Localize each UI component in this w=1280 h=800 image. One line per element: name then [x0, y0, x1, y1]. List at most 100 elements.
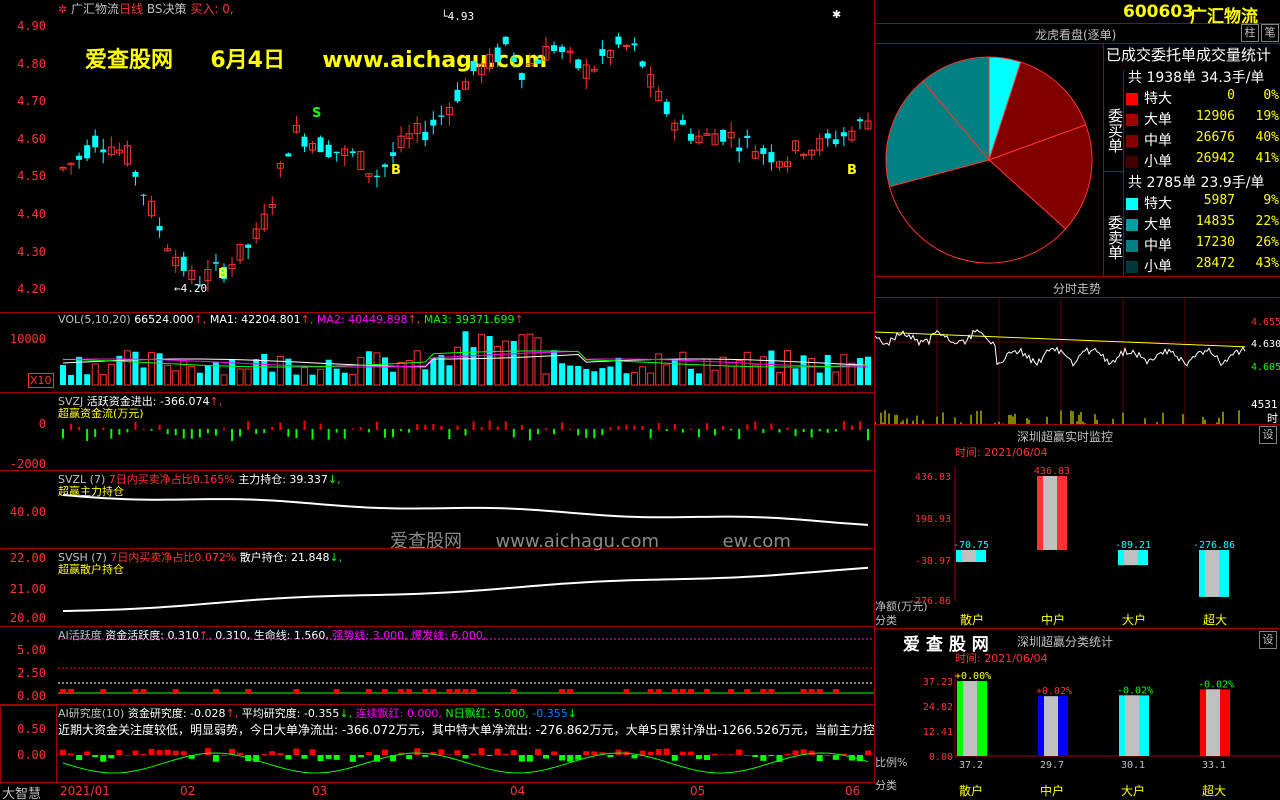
vol-unit: X10 [28, 373, 54, 388]
svzj-bar [311, 429, 314, 440]
ai-active-bar [462, 689, 469, 693]
price-panel[interactable]: ✲ 广汇物流日线 BS决策 买入: 0, 爱查股网 6月4日 www.aicha… [0, 0, 875, 313]
order-pie-chart[interactable] [875, 44, 1103, 276]
volume-bar [824, 355, 831, 385]
monitor-bar-chart[interactable]: 436.83 198.93 -38.97 -276.86 -70.75 散户 436.83 中… [875, 456, 1280, 628]
volume-bar [293, 374, 300, 385]
candle-body [438, 115, 445, 117]
stat-bar-highlight [1044, 696, 1058, 756]
stat-change-label: +0.00% [955, 671, 991, 682]
ai-active-bar [760, 689, 767, 693]
volume-bar [768, 350, 775, 385]
candle-body [559, 46, 566, 53]
volume-bar [711, 369, 719, 386]
ai-research-bar [704, 755, 710, 760]
ai-research-bar [752, 755, 759, 757]
ai-research-bar [204, 748, 211, 755]
svzj-bar [62, 429, 64, 439]
ai-active-bar [100, 689, 107, 693]
ai-research-bar [132, 750, 139, 755]
svsh-panel[interactable]: SVSH (7) 7日内买卖净占比0.072% 散户持仓: 21.848↓, 超… [0, 549, 875, 627]
dragon-header: 龙虎看盘(逐单) [875, 24, 1280, 44]
svzj-bar [528, 429, 531, 441]
ai-active-bars[interactable] [58, 627, 874, 704]
ai-research-bar [237, 752, 244, 755]
svzj-bar [504, 421, 507, 430]
monitor-category: 超大 [1203, 612, 1227, 627]
stat-settings-button[interactable]: 设 [1259, 631, 1277, 649]
bar-view-button[interactable]: 柱 [1241, 24, 1259, 42]
volume-bar [679, 351, 687, 386]
ai-research-bar [695, 755, 702, 759]
volume-bar [99, 374, 107, 386]
svzl-line-path [62, 494, 869, 526]
volume-bar [486, 335, 493, 385]
ai-research-panel[interactable]: AI研究度(10) 资金研究度: -0.028↑, 平均研究度: -0.355↓… [0, 705, 875, 783]
monitor-axis-tick: -38.97 [915, 556, 951, 567]
volume-panel[interactable]: VOL(5,10,20) 66524.000↑, MA1: 42204.801↑… [0, 313, 875, 393]
volume-bar [647, 372, 655, 386]
svzj-bar [400, 429, 403, 431]
candle-body [156, 225, 163, 231]
row-pct: 22% [1255, 214, 1279, 229]
svzj-bar [384, 429, 386, 438]
volume-bars[interactable] [58, 313, 874, 392]
right-sidebar: 600603 广汇物流 龙虎看盘(逐单) 柱 笔 已成交委托单成交量统计 委买单… [875, 0, 1280, 800]
row-name: 特大 [1144, 91, 1172, 107]
monitor-bar-highlight [1043, 476, 1057, 550]
svzj-bars[interactable] [58, 393, 874, 470]
ai-active-bar [671, 689, 678, 693]
svzj-bar [118, 429, 121, 435]
monitor-settings-button[interactable]: 设 [1259, 426, 1277, 444]
candle-body [623, 45, 630, 48]
svzj-bar [867, 429, 869, 441]
svzl-panel[interactable]: SVZL (7) 7日内买卖净占比0.165% 主力持仓: 39.337↓, 超… [0, 471, 875, 552]
candle-body [301, 136, 308, 147]
volume-bar [390, 371, 397, 385]
volume-bar [663, 364, 671, 386]
candle-body [679, 120, 686, 125]
stat-bar-chart[interactable]: 37.23 24.82 12.41 0.00 +0.00% 37.2 散户 +0.02% 29.… [875, 662, 1280, 800]
ai-research-bar [583, 751, 590, 755]
volume-bar [172, 370, 180, 386]
volume-bar [285, 358, 292, 385]
ai-research-bar [687, 751, 694, 755]
ai-research-bar [454, 750, 461, 755]
svzj-panel[interactable]: SVZJ 活跃资金进出: -366.074↑, 超赢资金流(万元) 0 -200… [0, 393, 875, 471]
svzj-bar [593, 429, 596, 439]
ai-active-bar [398, 689, 405, 693]
ai-research-bar [647, 751, 654, 755]
candle-body [470, 60, 477, 72]
svsh-line[interactable] [58, 549, 874, 626]
intraday-chart[interactable] [875, 298, 1247, 424]
row-name: 特大 [1144, 196, 1172, 212]
row-pct: 43% [1255, 256, 1279, 271]
svzj-bar [448, 429, 451, 440]
ai-research-bar [365, 752, 372, 755]
candle-body [317, 137, 324, 153]
main-chart-area[interactable]: ✲ 广汇物流日线 BS决策 买入: 0, 爱查股网 6月4日 www.aicha… [0, 0, 875, 800]
svzj-bar [609, 427, 612, 430]
order-stats-row: 中单 17230 26% [1126, 235, 1280, 256]
svzj-bar [730, 429, 733, 431]
ai-research-bar [212, 755, 219, 762]
pen-view-button[interactable]: 笔 [1261, 24, 1279, 42]
ai-active-bar [212, 689, 219, 693]
color-swatch [1126, 240, 1138, 252]
row-name: 大单 [1144, 112, 1172, 128]
svzj-bar [182, 429, 185, 439]
ai-research-bars[interactable] [58, 735, 874, 782]
ai-active-panel[interactable]: AI活跃度 资金活跃度: 0.310↑, 0.310, 生命线: 1.560, … [0, 627, 875, 705]
volume-bar [462, 331, 469, 385]
volume-bar [542, 373, 550, 386]
candlestick-chart[interactable] [58, 0, 874, 312]
ai-active-axis-top: 5.00 [17, 643, 46, 657]
stat-bar-highlight [1206, 689, 1220, 756]
svzj-bar [464, 429, 467, 436]
ai-research-bar [591, 751, 598, 755]
volume-bar [840, 354, 848, 386]
candle-body [510, 56, 517, 63]
volume-bar [107, 363, 115, 386]
ai-research-bar [140, 753, 147, 755]
monitor-bar-label: 436.83 [1034, 466, 1070, 477]
